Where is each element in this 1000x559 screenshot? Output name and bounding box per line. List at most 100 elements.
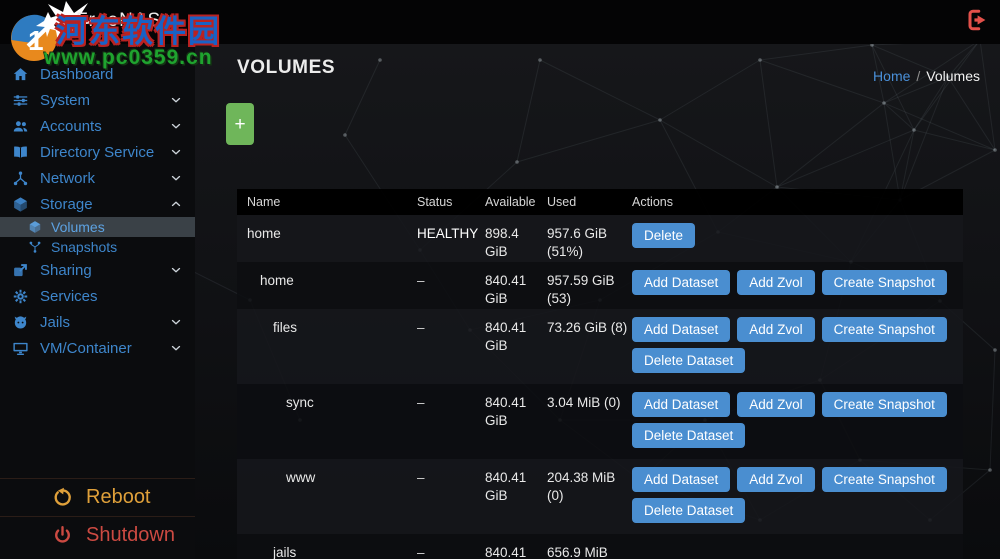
table-row-jails-5: jails – 840.41 GiB 656.9 MiB [237, 534, 963, 559]
cell-available: 840.41 GiB [485, 320, 527, 354]
action-button-create-snapshot[interactable]: Create Snapshot [821, 317, 947, 342]
cell-available: 898.4 GiB [485, 226, 519, 260]
sidebar-item-sharing[interactable]: Sharing [0, 257, 195, 283]
action-button-create-snapshot[interactable]: Create Snapshot [821, 270, 947, 295]
sidebar-item-volumes[interactable]: Volumes [0, 217, 195, 237]
table-row-sync-3: sync – 840.41 GiB 3.04 MiB (0) Add Dataset Ad… [237, 384, 963, 459]
cell-name: jails [273, 545, 297, 559]
action-button-add-zvol[interactable]: Add Zvol [737, 317, 815, 342]
reboot-button[interactable]: Reboot [0, 478, 195, 516]
sidebar-item-vm-container[interactable]: VM/Container [0, 335, 195, 361]
cell-actions: Add Dataset Add Zvol Create Snapshot Delete… [632, 459, 963, 534]
action-button-add-dataset[interactable]: Add Dataset [632, 270, 731, 295]
table-row-home-1: home – 840.41 GiB 957.59 GiB (53) Add Datase… [237, 262, 963, 309]
cell-used: 73.26 GiB (8) [547, 320, 628, 335]
table-row-files-2: files – 840.41 GiB 73.26 GiB (8) Add Dataset… [237, 309, 963, 384]
cell-actions [632, 534, 963, 559]
cell-used: 204.38 MiB (0) [547, 470, 616, 504]
column-header-used: Used [547, 195, 577, 209]
cell-available: 840.41 GiB [485, 395, 527, 429]
cell-actions: Delete [632, 215, 963, 262]
action-button-add-dataset[interactable]: Add Dataset [632, 317, 731, 342]
users-icon [12, 118, 29, 135]
sidebar-item-label: Services [40, 287, 98, 305]
share-icon [12, 262, 29, 279]
cell-name: sync [286, 395, 314, 410]
breadcrumb-home-link[interactable]: Home [873, 68, 910, 84]
book-icon [12, 144, 29, 161]
sidebar-item-storage[interactable]: Storage [0, 191, 195, 217]
cube-icon [12, 196, 29, 213]
add-volume-button[interactable]: + [226, 103, 254, 145]
home-icon [12, 66, 29, 83]
jails-icon [12, 314, 29, 331]
cell-status: – [417, 470, 425, 485]
table-row-www-4: www – 840.41 GiB 204.38 MiB (0) Add Dataset A… [237, 459, 963, 534]
action-button-delete[interactable]: Delete [632, 223, 696, 248]
sidebar: Dashboard System Accounts Directory Service… [0, 44, 195, 559]
power-icon [52, 525, 73, 546]
cell-used: 656.9 MiB [547, 545, 608, 559]
sidebar-nav: Dashboard System Accounts Directory Service… [0, 61, 195, 361]
action-button-add-zvol[interactable]: Add Zvol [737, 467, 815, 492]
action-button-add-zvol[interactable]: Add Zvol [737, 270, 815, 295]
sidebar-item-system[interactable]: System [0, 87, 195, 113]
cell-available: 840.41 GiB [485, 470, 527, 504]
sidebar-item-label: Network [40, 169, 96, 187]
cell-actions: Add Dataset Add Zvol Create Snapshot [632, 262, 963, 309]
action-button-delete-dataset[interactable]: Delete Dataset [632, 423, 746, 448]
sidebar-footer: Reboot Shutdown [0, 478, 195, 554]
network-icon [12, 170, 29, 187]
cell-used: 3.04 MiB (0) [547, 395, 621, 410]
cell-status: – [417, 273, 425, 288]
action-button-add-zvol[interactable]: Add Zvol [737, 392, 815, 417]
action-button-create-snapshot[interactable]: Create Snapshot [821, 467, 947, 492]
shutdown-button[interactable]: Shutdown [0, 516, 195, 554]
volumes-table: Name Status Available Used Actions home HEALT… [237, 189, 963, 559]
sliders-icon [12, 92, 29, 109]
table-body: home HEALTHY 898.4 GiB 957.6 GiB (51%) Delet… [237, 215, 963, 559]
cell-name: files [273, 320, 298, 335]
cell-available: 840.41 GiB [485, 273, 527, 307]
cube-icon [28, 220, 42, 234]
sidebar-item-directory-service[interactable]: Directory Service [0, 139, 195, 165]
column-header-name: Name [247, 195, 281, 209]
action-button-add-dataset[interactable]: Add Dataset [632, 392, 731, 417]
sidebar-item-accounts[interactable]: Accounts [0, 113, 195, 139]
footer-action-label: Shutdown [86, 524, 175, 546]
chevron-down-icon [169, 93, 183, 107]
breadcrumb-current: Volumes [926, 68, 980, 84]
cell-status: – [417, 320, 425, 335]
sidebar-item-dashboard[interactable]: Dashboard [0, 61, 195, 87]
cell-used: 957.6 GiB (51%) [547, 226, 608, 260]
sidebar-item-jails[interactable]: Jails [0, 309, 195, 335]
chevron-down-icon [169, 315, 183, 329]
cell-used: 957.59 GiB (53) [547, 273, 615, 307]
cell-available: 840.41 GiB [485, 545, 527, 559]
action-button-delete-dataset[interactable]: Delete Dataset [632, 498, 746, 523]
cell-actions: Add Dataset Add Zvol Create Snapshot Delete… [632, 384, 963, 459]
brand-title: FreeNAS [76, 10, 162, 31]
action-button-create-snapshot[interactable]: Create Snapshot [821, 392, 947, 417]
chevron-down-icon [169, 263, 183, 277]
sidebar-subitem-label: Snapshots [51, 239, 118, 255]
sidebar-subitem-label: Volumes [51, 219, 105, 235]
cell-status: – [417, 395, 425, 410]
action-button-add-dataset[interactable]: Add Dataset [632, 467, 731, 492]
sidebar-item-label: Sharing [40, 261, 92, 279]
main-content: VOLUMES Home / Volumes + Name Status Availab… [195, 44, 1000, 559]
column-header-actions: Actions [632, 195, 673, 209]
cell-name: home [260, 273, 294, 288]
sidebar-item-services[interactable]: Services [0, 283, 195, 309]
sidebar-item-snapshots[interactable]: Snapshots [0, 237, 195, 257]
page-title: VOLUMES [237, 57, 336, 78]
sidebar-item-network[interactable]: Network [0, 165, 195, 191]
monitor-icon [12, 340, 29, 357]
action-button-delete-dataset[interactable]: Delete Dataset [632, 348, 746, 373]
gear-icon [12, 288, 29, 305]
branch-icon [28, 240, 42, 254]
table-header-row: Name Status Available Used Actions [237, 189, 963, 215]
sidebar-item-label: Dashboard [40, 65, 114, 83]
cell-name: www [286, 470, 316, 485]
logout-icon[interactable] [962, 6, 992, 36]
